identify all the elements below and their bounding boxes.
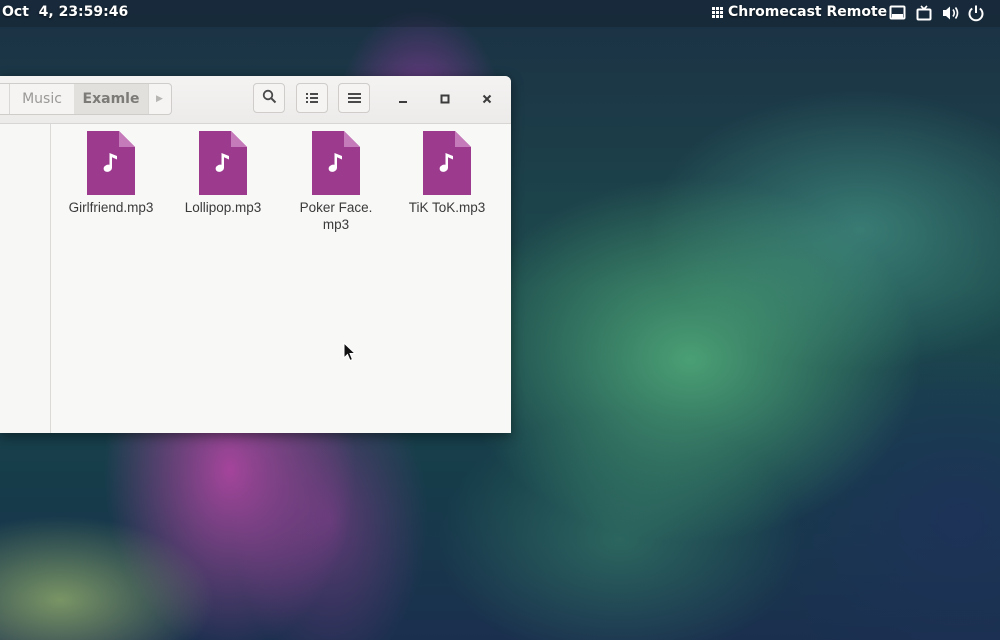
- breadcrumb-examle[interactable]: Examle: [74, 84, 148, 114]
- file-item[interactable]: Girlfriend.mp3: [55, 131, 167, 216]
- breadcrumb-music[interactable]: Music: [10, 84, 74, 114]
- places-sidebar[interactable]: [0, 124, 51, 433]
- file-item[interactable]: Lollipop.mp3: [167, 131, 279, 216]
- search-button[interactable]: [253, 83, 285, 113]
- file-name: Girlfriend.mp3: [68, 200, 154, 215]
- breadcrumb-overflow[interactable]: [0, 84, 10, 114]
- chromecast-indicator[interactable]: Chromecast Remote: [712, 4, 887, 20]
- file-item[interactable]: TiK ToK.mp3: [391, 131, 503, 216]
- chromecast-label: Chromecast Remote: [728, 4, 888, 20]
- audio-file-icon: [312, 131, 360, 195]
- minimize-button[interactable]: [393, 88, 413, 108]
- mouse-cursor-icon: [343, 341, 357, 366]
- power-icon[interactable]: [967, 5, 985, 22]
- search-icon: [262, 89, 277, 108]
- audio-file-icon: [87, 131, 135, 195]
- hamburger-menu-icon: [347, 89, 361, 108]
- minimize-icon: [398, 89, 408, 108]
- app-grid-icon: [712, 6, 723, 18]
- volume-icon[interactable]: [942, 5, 960, 21]
- close-icon: [482, 89, 492, 108]
- file-name: Poker Face. mp3: [299, 200, 373, 232]
- tv-icon[interactable]: [916, 5, 932, 22]
- list-view-icon: [305, 89, 319, 108]
- header-bar: Music Examle ▶: [0, 76, 511, 124]
- maximize-icon: [440, 89, 450, 108]
- maximize-button[interactable]: [435, 88, 455, 108]
- audio-file-icon: [199, 131, 247, 195]
- top-panel: Oct 4, 23:59:46 Chromecast Remote: [0, 0, 1000, 27]
- close-button[interactable]: [477, 88, 497, 108]
- audio-file-icon: [423, 131, 471, 195]
- view-toggle-button[interactable]: [296, 83, 328, 113]
- breadcrumb: Music Examle ▶: [0, 83, 172, 115]
- screen-icon[interactable]: [889, 5, 906, 21]
- file-manager-window: Music Examle ▶ Girlfriend.mp3 Lollipop.m…: [0, 76, 511, 433]
- file-item[interactable]: Poker Face. mp3: [280, 131, 392, 233]
- file-view[interactable]: Girlfriend.mp3 Lollipop.mp3 Poker Face. …: [51, 124, 511, 433]
- file-name: TiK ToK.mp3: [408, 200, 486, 215]
- menu-button[interactable]: [338, 83, 370, 113]
- file-name: Lollipop.mp3: [184, 200, 262, 215]
- breadcrumb-next-icon[interactable]: ▶: [148, 84, 170, 114]
- clock[interactable]: Oct 4, 23:59:46: [2, 4, 128, 20]
